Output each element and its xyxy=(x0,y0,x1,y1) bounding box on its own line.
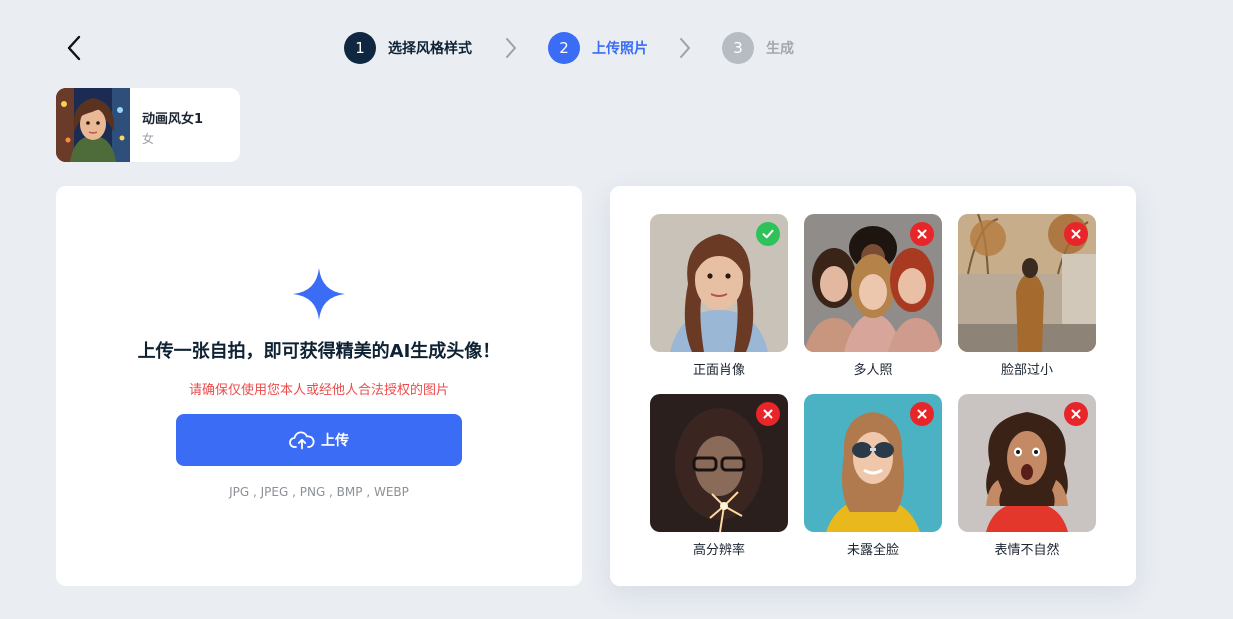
example-item: 多人照 xyxy=(804,214,942,378)
upload-title: 上传一张自拍，即可获得精美的AI生成头像！ xyxy=(137,341,501,362)
stepper: 1 选择风格样式 2 上传照片 3 生成 xyxy=(344,32,794,64)
step-label: 选择风格样式 xyxy=(388,41,472,57)
upload-panel: 上传一张自拍，即可获得精美的AI生成头像！ 请确保仅使用您本人或经他人合法授权的… xyxy=(56,186,582,586)
upload-button[interactable]: 上传 xyxy=(176,414,462,466)
close-icon xyxy=(1064,402,1088,426)
check-icon xyxy=(756,222,780,246)
close-icon xyxy=(756,402,780,426)
step-number: 1 xyxy=(344,32,376,64)
step-label: 生成 xyxy=(766,41,794,57)
chevron-right-icon xyxy=(662,37,708,59)
style-gender: 女 xyxy=(142,132,155,146)
step-select-style: 1 选择风格样式 xyxy=(344,32,472,64)
example-item: 高分辨率 xyxy=(650,394,788,558)
cloud-upload-icon xyxy=(289,431,315,450)
close-icon xyxy=(910,222,934,246)
step-generate: 3 生成 xyxy=(722,32,794,64)
example-caption: 正面肖像 xyxy=(692,363,745,378)
examples-panel: 正面肖像 多人照 脸部过小 高分辨率 未露全脸 表情不自然 xyxy=(610,186,1136,586)
example-caption: 高分辨率 xyxy=(692,543,745,558)
example-item: 正面肖像 xyxy=(650,214,788,378)
step-upload-photo: 2 上传照片 xyxy=(548,32,648,64)
example-item: 未露全脸 xyxy=(804,394,942,558)
example-caption: 脸部过小 xyxy=(1000,363,1053,378)
supported-formats: JPG , JPEG , PNG , BMP , WEBP xyxy=(229,485,409,499)
example-item: 脸部过小 xyxy=(958,214,1096,378)
sparkle-icon xyxy=(293,268,345,320)
back-button[interactable] xyxy=(60,32,88,64)
step-number: 2 xyxy=(548,32,580,64)
chevron-left-icon xyxy=(67,35,81,61)
example-caption: 多人照 xyxy=(853,363,893,378)
close-icon xyxy=(1064,222,1088,246)
close-icon xyxy=(910,402,934,426)
example-caption: 未露全脸 xyxy=(846,543,899,558)
style-name: 动画风女1 xyxy=(142,112,204,127)
upload-button-label: 上传 xyxy=(321,433,349,449)
example-item: 表情不自然 xyxy=(958,394,1096,558)
chevron-right-icon xyxy=(488,37,534,59)
step-label: 上传照片 xyxy=(592,41,648,57)
upload-warning: 请确保仅使用您本人或经他人合法授权的图片 xyxy=(188,383,449,398)
selected-style-card[interactable]: 动画风女1 女 xyxy=(56,88,240,162)
style-thumbnail xyxy=(56,88,130,162)
example-caption: 表情不自然 xyxy=(994,543,1060,558)
step-number: 3 xyxy=(722,32,754,64)
